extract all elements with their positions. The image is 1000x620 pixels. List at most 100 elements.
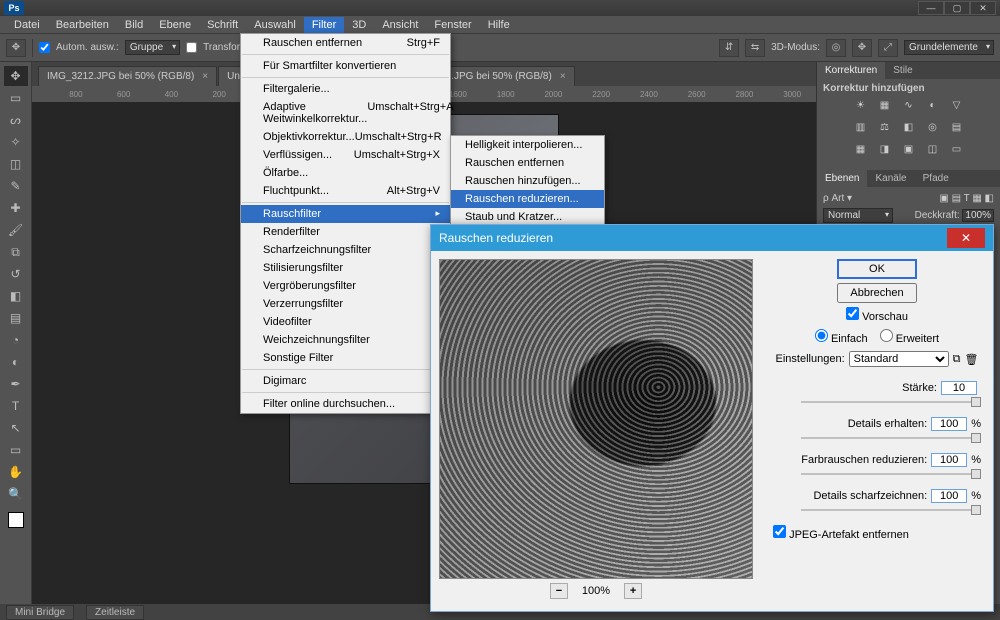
tab-timeline[interactable]: Zeitleiste bbox=[86, 605, 144, 620]
foreground-swatch[interactable] bbox=[8, 512, 24, 528]
slider-value-input[interactable] bbox=[931, 453, 967, 467]
minimize-button[interactable]: — bbox=[918, 1, 944, 15]
tab-styles[interactable]: Stile bbox=[885, 62, 920, 79]
eraser-tool[interactable]: ◧ bbox=[4, 286, 28, 306]
slider-value-input[interactable] bbox=[941, 381, 977, 395]
menu-filter[interactable]: Filter bbox=[304, 17, 344, 33]
dialog-titlebar[interactable]: Rauschen reduzieren ✕ bbox=[431, 225, 993, 251]
marquee-tool[interactable]: ▭ bbox=[4, 88, 28, 108]
brightness-icon[interactable]: ☀ bbox=[853, 98, 869, 112]
magic-wand-tool[interactable]: ✧ bbox=[4, 132, 28, 152]
remove-jpeg-checkbox-label[interactable]: JPEG-Artefakt entfernen bbox=[773, 529, 909, 541]
remove-jpeg-checkbox[interactable] bbox=[773, 525, 786, 538]
filter-menu-item[interactable]: Für Smartfilter konvertieren bbox=[241, 57, 450, 75]
h-align-icon[interactable]: ⇆ bbox=[745, 39, 765, 57]
preview-checkbox[interactable] bbox=[846, 307, 859, 320]
move-tool[interactable]: ✥ bbox=[4, 66, 28, 86]
dialog-preview-image[interactable] bbox=[439, 259, 753, 579]
dialog-close-button[interactable]: ✕ bbox=[947, 228, 985, 248]
lookup-icon[interactable]: ▦ bbox=[853, 142, 869, 156]
filter-menu-item[interactable]: Filter online durchsuchen... bbox=[241, 395, 450, 413]
menu-3d[interactable]: 3D bbox=[344, 17, 374, 33]
tab-paths[interactable]: Pfade bbox=[915, 170, 957, 187]
filter-menu-item[interactable]: Renderfilter bbox=[241, 223, 450, 241]
save-preset-icon[interactable]: ⧉ bbox=[953, 353, 961, 366]
filter-menu-item[interactable]: Scharfzeichnungsfilter bbox=[241, 241, 450, 259]
gradient-map-icon[interactable]: ▭ bbox=[949, 142, 965, 156]
maximize-button[interactable]: ▢ bbox=[944, 1, 970, 15]
filter-menu-item[interactable]: Objektivkorrektur...Umschalt+Strg+R bbox=[241, 128, 450, 146]
menu-bild[interactable]: Bild bbox=[117, 17, 151, 33]
lasso-tool[interactable]: ᔕ bbox=[4, 110, 28, 130]
transform-controls-checkbox[interactable] bbox=[186, 42, 197, 53]
bw-icon[interactable]: ◧ bbox=[901, 120, 917, 134]
zoom-tool[interactable]: 🔍 bbox=[4, 484, 28, 504]
zoom-in-button[interactable]: + bbox=[624, 583, 642, 599]
slider-thumb[interactable] bbox=[971, 469, 981, 479]
move-tool-icon[interactable]: ✥ bbox=[6, 39, 26, 57]
orbit-icon[interactable]: ◎ bbox=[826, 39, 846, 57]
preview-checkbox-label[interactable]: Vorschau bbox=[846, 307, 908, 323]
menu-bearbeiten[interactable]: Bearbeiten bbox=[48, 17, 117, 33]
menu-fenster[interactable]: Fenster bbox=[426, 17, 479, 33]
auto-select-checkbox[interactable] bbox=[39, 42, 50, 53]
mode-simple-radio[interactable]: Einfach bbox=[815, 329, 868, 345]
delete-preset-icon[interactable]: 🗑 bbox=[965, 353, 979, 366]
filter-menu-item[interactable]: Adaptive Weitwinkelkorrektur...Umschalt+… bbox=[241, 98, 450, 128]
menu-hilfe[interactable]: Hilfe bbox=[480, 17, 518, 33]
dodge-tool[interactable]: ◐ bbox=[4, 352, 28, 372]
filter-menu-item[interactable]: Verflüssigen...Umschalt+Strg+X bbox=[241, 146, 450, 164]
invert-icon[interactable]: ◨ bbox=[877, 142, 893, 156]
eyedropper-tool[interactable]: ✎ bbox=[4, 176, 28, 196]
curves-icon[interactable]: ∿ bbox=[901, 98, 917, 112]
noise-submenu-item[interactable]: Helligkeit interpolieren... bbox=[451, 136, 604, 154]
shape-tool[interactable]: ▭ bbox=[4, 440, 28, 460]
hand-tool[interactable]: ✋ bbox=[4, 462, 28, 482]
ok-button[interactable]: OK bbox=[837, 259, 917, 279]
tab-minibridge[interactable]: Mini Bridge bbox=[6, 605, 74, 620]
zoom3d-icon[interactable]: ⤢ bbox=[878, 39, 898, 57]
zoom-out-button[interactable]: − bbox=[550, 583, 568, 599]
menu-auswahl[interactable]: Auswahl bbox=[246, 17, 304, 33]
type-tool[interactable]: T bbox=[4, 396, 28, 416]
cancel-button[interactable]: Abbrechen bbox=[837, 283, 917, 303]
filter-menu-item[interactable]: Vergröberungsfilter bbox=[241, 277, 450, 295]
slider-track[interactable] bbox=[801, 401, 981, 403]
noise-submenu-item[interactable]: Rauschen reduzieren... bbox=[451, 190, 604, 208]
hue-icon[interactable]: ▥ bbox=[853, 120, 869, 134]
levels-icon[interactable]: ▦ bbox=[877, 98, 893, 112]
stamp-tool[interactable]: ⧉ bbox=[4, 242, 28, 262]
noise-submenu-item[interactable]: Rauschen entfernen bbox=[451, 154, 604, 172]
slider-value-input[interactable] bbox=[931, 417, 967, 431]
tab-layers[interactable]: Ebenen bbox=[817, 170, 867, 187]
posterize-icon[interactable]: ▣ bbox=[901, 142, 917, 156]
crop-tool[interactable]: ◫ bbox=[4, 154, 28, 174]
workspace-dropdown[interactable]: Grundelemente bbox=[904, 40, 994, 55]
threshold-icon[interactable]: ◫ bbox=[925, 142, 941, 156]
menu-ansicht[interactable]: Ansicht bbox=[374, 17, 426, 33]
menu-datei[interactable]: Datei bbox=[6, 17, 48, 33]
menu-ebene[interactable]: Ebene bbox=[151, 17, 199, 33]
filter-menu-item[interactable]: Digimarc bbox=[241, 372, 450, 390]
close-tab-icon[interactable]: × bbox=[560, 71, 566, 82]
pan-icon[interactable]: ✥ bbox=[852, 39, 872, 57]
mixer-icon[interactable]: ▤ bbox=[949, 120, 965, 134]
filter-menu-item[interactable]: Verzerrungsfilter bbox=[241, 295, 450, 313]
filter-menu-item[interactable]: Ölfarbe... bbox=[241, 164, 450, 182]
filter-menu-item[interactable]: Fluchtpunkt...Alt+Strg+V bbox=[241, 182, 450, 200]
blur-tool[interactable]: ◔ bbox=[4, 330, 28, 350]
filter-menu-item[interactable]: Rauschen entfernenStrg+F bbox=[241, 34, 450, 52]
settings-dropdown[interactable]: Standard bbox=[849, 351, 949, 367]
v-align-icon[interactable]: ⇵ bbox=[719, 39, 739, 57]
pen-tool[interactable]: ✒ bbox=[4, 374, 28, 394]
blend-mode-dropdown[interactable]: Normal bbox=[823, 208, 893, 223]
path-tool[interactable]: ↖ bbox=[4, 418, 28, 438]
slider-thumb[interactable] bbox=[971, 505, 981, 515]
brush-tool[interactable]: 🖌 bbox=[4, 220, 28, 240]
slider-thumb[interactable] bbox=[971, 397, 981, 407]
filter-menu-item[interactable]: Videofilter bbox=[241, 313, 450, 331]
opacity-input[interactable]: 100% bbox=[962, 209, 994, 222]
close-tab-icon[interactable]: × bbox=[202, 71, 208, 82]
document-tab[interactable]: IMG_3212.JPG bei 50% (RGB/8)× bbox=[38, 66, 217, 86]
menu-schrift[interactable]: Schrift bbox=[199, 17, 246, 33]
